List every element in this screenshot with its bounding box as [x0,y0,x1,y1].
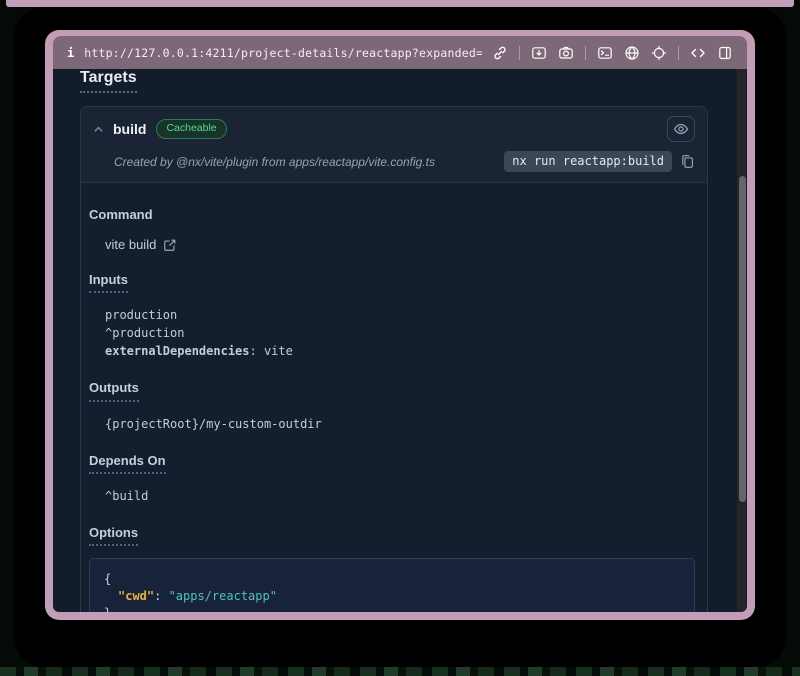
command-heading: Command [89,207,153,223]
target-name[interactable]: build [113,121,146,137]
crosshair-icon[interactable] [651,45,667,61]
url-text[interactable]: http://127.0.0.1:4211/project-details/re… [84,46,482,60]
json-close-brace: } [104,605,680,612]
input-item: externalDependencies: vite [105,342,695,360]
inputs-heading: Inputs [89,272,128,293]
build-card-body: Command vite build Inputs production ^pr… [81,183,707,612]
input-item: production [105,306,695,324]
depends-on-heading: Depends On [89,453,166,474]
globe-icon[interactable] [624,45,640,61]
output-item: {projectRoot}/my-custom-outdir [105,415,695,433]
run-command-chip[interactable]: nx run reactapp:build [504,151,672,172]
toolbar-divider [678,46,679,60]
link-icon[interactable] [492,45,508,61]
options-heading: Options [89,525,138,546]
created-by-text: Created by @nx/vite/plugin from apps/rea… [114,155,504,169]
json-value: "apps/reactapp" [169,589,277,603]
download-icon[interactable] [531,45,547,61]
build-card-header: build Cacheable Created by @nx/vite/plug… [81,107,707,183]
outputs-heading: Outputs [89,380,139,401]
cacheable-badge: Cacheable [156,119,226,139]
external-link-icon[interactable] [163,238,177,252]
browser-window: i http://127.0.0.1:4211/project-details/… [45,30,755,620]
collapse-chevron-up-icon[interactable] [93,124,104,135]
input-item: ^production [105,324,695,342]
view-target-eye-button[interactable] [667,116,695,142]
panel-icon[interactable] [717,45,733,61]
command-value: vite build [105,237,156,252]
chrome-toolbar [492,45,733,61]
input-key: externalDependencies [105,344,250,358]
terminal-icon[interactable] [597,45,613,61]
scrollbar-thumb[interactable] [739,176,746,502]
browser-chrome-bar: i http://127.0.0.1:4211/project-details/… [53,36,747,69]
target-card-build: build Cacheable Created by @nx/vite/plug… [80,106,708,612]
toolbar-divider [519,46,520,60]
outputs-list: {projectRoot}/my-custom-outdir [105,415,695,433]
depends-on-list: ^build [105,487,695,505]
background-terminal-glow [0,667,800,676]
options-json-block: { "cwd": "apps/reactapp" } [89,558,695,612]
json-colon: : [154,589,168,603]
project-details-page: Targets build Cacheable Created by @nx/v… [53,69,747,612]
inputs-list: production ^production externalDependenc… [105,306,695,360]
info-icon: i [67,46,74,60]
page-title: Targets [80,69,137,93]
background-window-edge [6,0,794,7]
depends-on-item: ^build [105,487,695,505]
camera-icon[interactable] [558,45,574,61]
copy-icon[interactable] [680,154,695,169]
json-key: "cwd" [118,589,154,603]
json-open-brace: { [104,571,680,588]
input-key-value: : vite [250,344,293,358]
toolbar-divider [585,46,586,60]
code-icon[interactable] [690,45,706,61]
